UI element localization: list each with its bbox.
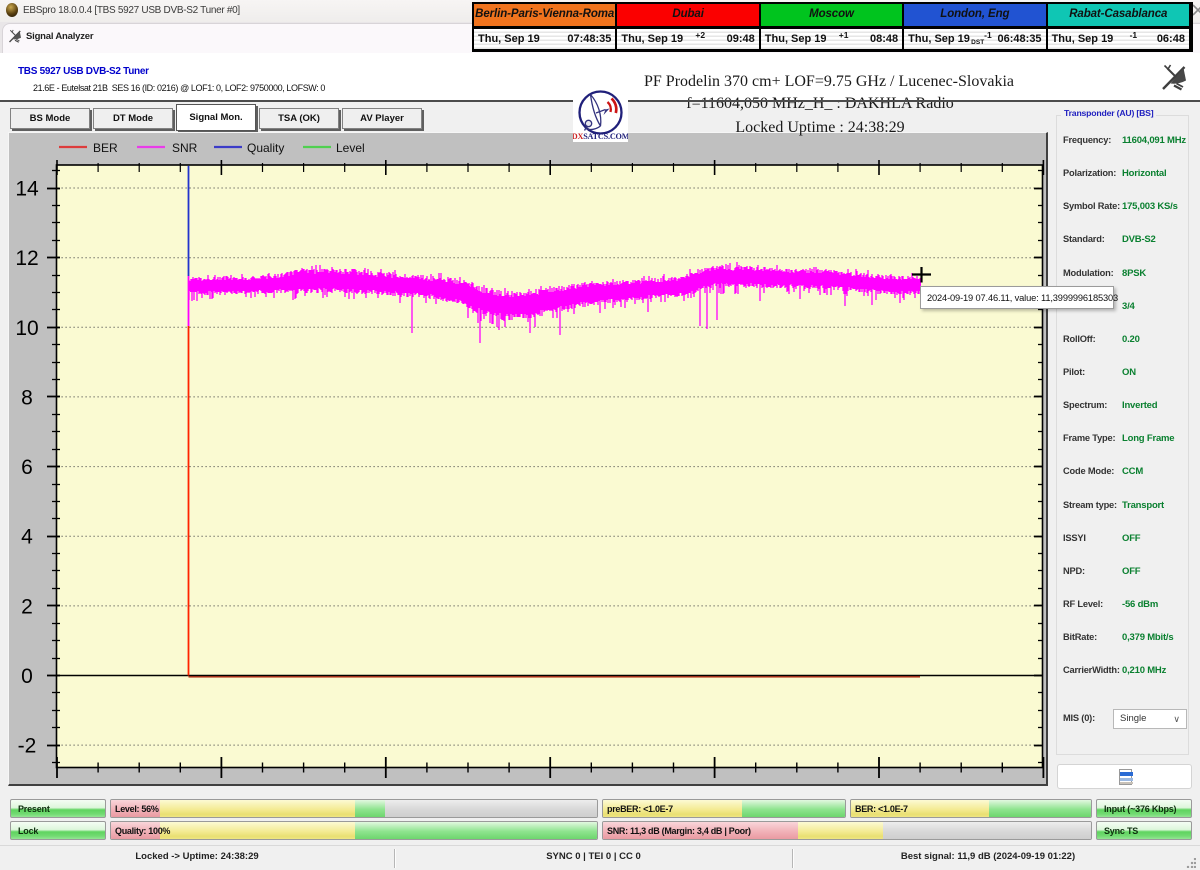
svg-text:DXSATCS.COM: DXSATCS.COM (573, 132, 628, 141)
